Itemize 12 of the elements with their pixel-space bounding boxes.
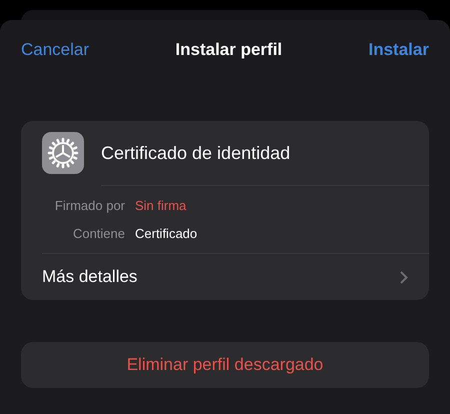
- detail-value: Sin firma: [135, 197, 186, 215]
- gear-icon: [42, 132, 84, 174]
- sheet-title: Instalar perfil: [175, 39, 282, 62]
- install-button[interactable]: Instalar: [368, 37, 429, 63]
- delete-profile-button[interactable]: Eliminar perfil descargado: [21, 342, 429, 388]
- detail-label: Contiene: [72, 224, 125, 242]
- chevron-icon: [400, 270, 408, 284]
- detail-label: Firmado por: [54, 197, 125, 215]
- cancel-button[interactable]: Cancelar: [21, 37, 90, 63]
- profile-name: Certificado de identidad: [101, 142, 290, 164]
- more-details-row[interactable]: Más detalles: [21, 254, 429, 300]
- detail-value: Certificado: [135, 224, 198, 242]
